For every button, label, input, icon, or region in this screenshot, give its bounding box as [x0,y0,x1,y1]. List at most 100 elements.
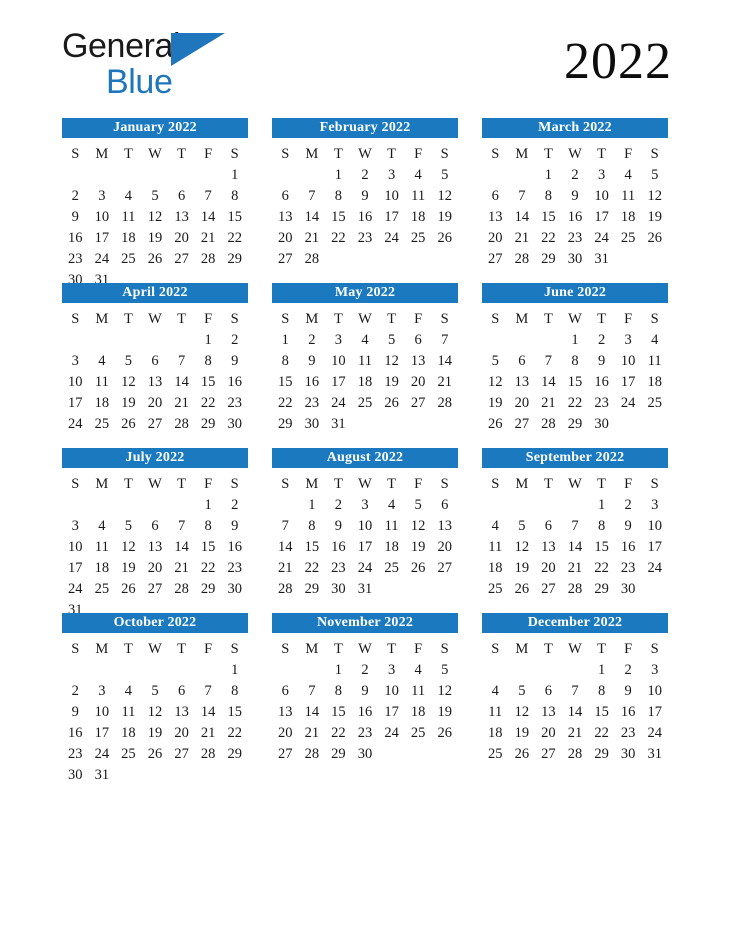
day-cell[interactable]: 20 [405,372,432,393]
day-cell[interactable]: 13 [535,537,562,558]
day-cell[interactable]: 13 [431,516,458,537]
day-cell[interactable]: 14 [562,702,589,723]
day-cell[interactable]: 28 [168,579,195,600]
day-cell[interactable]: 28 [299,744,326,765]
day-cell[interactable]: 7 [431,330,458,351]
day-cell[interactable]: 27 [509,414,536,435]
day-cell[interactable]: 8 [221,186,248,207]
day-cell[interactable]: 3 [89,186,116,207]
day-cell[interactable]: 30 [352,744,379,765]
day-cell[interactable]: 18 [482,723,509,744]
day-cell[interactable]: 9 [562,186,589,207]
day-cell[interactable]: 8 [325,681,352,702]
day-cell[interactable]: 10 [62,537,89,558]
day-cell[interactable]: 26 [431,723,458,744]
day-cell[interactable]: 17 [588,207,615,228]
day-cell[interactable]: 17 [89,723,116,744]
day-cell[interactable]: 10 [641,516,668,537]
day-cell[interactable]: 11 [405,186,432,207]
day-cell[interactable]: 15 [535,207,562,228]
day-cell[interactable]: 2 [352,660,379,681]
day-cell[interactable]: 10 [62,372,89,393]
day-cell[interactable]: 26 [641,228,668,249]
day-cell[interactable]: 24 [641,723,668,744]
day-cell[interactable]: 25 [482,744,509,765]
day-cell[interactable]: 2 [615,495,642,516]
day-cell[interactable]: 25 [89,579,116,600]
day-cell[interactable]: 19 [142,228,169,249]
day-cell[interactable]: 25 [641,393,668,414]
day-cell[interactable]: 8 [325,186,352,207]
day-cell[interactable]: 14 [195,702,222,723]
day-cell[interactable]: 19 [378,372,405,393]
day-cell[interactable]: 15 [272,372,299,393]
day-cell[interactable]: 12 [509,537,536,558]
day-cell[interactable]: 8 [221,681,248,702]
day-cell[interactable]: 12 [115,537,142,558]
day-cell[interactable]: 21 [562,558,589,579]
day-cell[interactable]: 9 [62,207,89,228]
day-cell[interactable]: 16 [588,372,615,393]
day-cell[interactable]: 7 [195,681,222,702]
day-cell[interactable]: 4 [89,516,116,537]
day-cell[interactable]: 17 [378,702,405,723]
day-cell[interactable]: 2 [62,186,89,207]
day-cell[interactable]: 26 [482,414,509,435]
day-cell[interactable]: 14 [168,372,195,393]
day-cell[interactable]: 29 [588,744,615,765]
day-cell[interactable]: 24 [89,744,116,765]
day-cell[interactable]: 4 [615,165,642,186]
day-cell[interactable]: 27 [535,579,562,600]
day-cell[interactable]: 9 [299,351,326,372]
day-cell[interactable]: 23 [221,393,248,414]
day-cell[interactable]: 27 [405,393,432,414]
day-cell[interactable]: 10 [641,681,668,702]
day-cell[interactable]: 11 [615,186,642,207]
day-cell[interactable]: 17 [62,393,89,414]
day-cell[interactable]: 6 [535,516,562,537]
day-cell[interactable]: 5 [115,516,142,537]
day-cell[interactable]: 6 [431,495,458,516]
day-cell[interactable]: 25 [405,228,432,249]
day-cell[interactable]: 18 [615,207,642,228]
day-cell[interactable]: 10 [378,681,405,702]
day-cell[interactable]: 13 [405,351,432,372]
day-cell[interactable]: 18 [89,393,116,414]
day-cell[interactable]: 10 [352,516,379,537]
day-cell[interactable]: 25 [615,228,642,249]
day-cell[interactable]: 22 [562,393,589,414]
day-cell[interactable]: 17 [615,372,642,393]
day-cell[interactable]: 22 [325,723,352,744]
day-cell[interactable]: 17 [378,207,405,228]
day-cell[interactable]: 1 [325,165,352,186]
day-cell[interactable]: 27 [272,744,299,765]
day-cell[interactable]: 6 [168,681,195,702]
day-cell[interactable]: 21 [272,558,299,579]
day-cell[interactable]: 14 [168,537,195,558]
day-cell[interactable]: 7 [562,516,589,537]
day-cell[interactable]: 7 [535,351,562,372]
day-cell[interactable]: 15 [221,207,248,228]
day-cell[interactable]: 13 [509,372,536,393]
day-cell[interactable]: 31 [325,414,352,435]
day-cell[interactable]: 3 [588,165,615,186]
day-cell[interactable]: 9 [221,516,248,537]
day-cell[interactable]: 7 [509,186,536,207]
day-cell[interactable]: 18 [482,558,509,579]
day-cell[interactable]: 1 [272,330,299,351]
day-cell[interactable]: 27 [272,249,299,270]
day-cell[interactable]: 10 [89,207,116,228]
day-cell[interactable]: 6 [142,351,169,372]
day-cell[interactable]: 11 [405,681,432,702]
day-cell[interactable]: 1 [535,165,562,186]
day-cell[interactable]: 16 [221,537,248,558]
day-cell[interactable]: 11 [482,537,509,558]
day-cell[interactable]: 16 [615,702,642,723]
day-cell[interactable]: 7 [168,351,195,372]
day-cell[interactable]: 6 [272,186,299,207]
day-cell[interactable]: 2 [62,681,89,702]
day-cell[interactable]: 19 [115,558,142,579]
day-cell[interactable]: 6 [272,681,299,702]
day-cell[interactable]: 31 [588,249,615,270]
day-cell[interactable]: 3 [378,660,405,681]
